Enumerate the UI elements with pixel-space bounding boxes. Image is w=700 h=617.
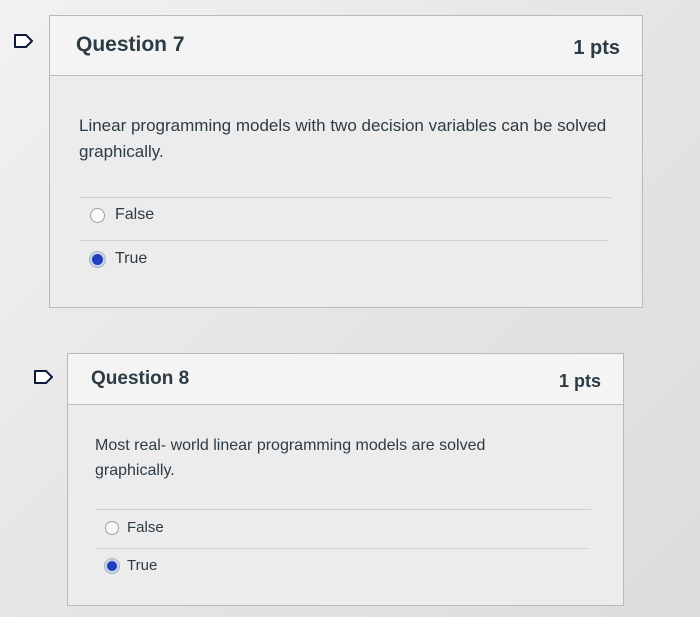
question-7-answer-true[interactable]: True [90, 250, 147, 268]
question-8-divider-2 [96, 548, 589, 549]
question-7-answer-false[interactable]: False [90, 206, 154, 224]
radio-unchecked-icon[interactable] [105, 520, 119, 535]
question-8-card: Question 8 1 pts Most real- world linear… [67, 353, 624, 606]
question-8-title: Question 8 [91, 368, 190, 389]
answer-label: True [127, 557, 158, 574]
answer-label: False [127, 519, 164, 536]
question-8-answer-false[interactable]: False [105, 519, 164, 536]
question-8-points: 1 pts [558, 371, 601, 391]
radio-checked-icon[interactable] [90, 251, 105, 267]
question-7-divider-2 [80, 240, 608, 241]
flag-question-7-icon[interactable] [13, 33, 35, 49]
question-7-divider-1 [80, 197, 612, 198]
question-7-header: Question 7 1 pts [50, 16, 642, 76]
question-8-answer-true[interactable]: True [105, 557, 157, 574]
question-7-points: 1 pts [573, 37, 620, 59]
answer-label: True [115, 250, 148, 267]
question-8-divider-1 [96, 509, 591, 510]
flag-question-8-icon[interactable] [33, 369, 55, 385]
question-7-text: Linear programming models with two decis… [79, 116, 607, 162]
question-7-title: Question 7 [76, 33, 185, 56]
question-7-card: Question 7 1 pts Linear programming mode… [49, 15, 643, 308]
answer-label: False [115, 206, 155, 223]
question-8-header: Question 8 1 pts [68, 354, 623, 405]
radio-unchecked-icon[interactable] [90, 207, 105, 223]
question-8-text: Most real- world linear programming mode… [95, 437, 486, 479]
radio-checked-icon[interactable] [105, 558, 119, 573]
